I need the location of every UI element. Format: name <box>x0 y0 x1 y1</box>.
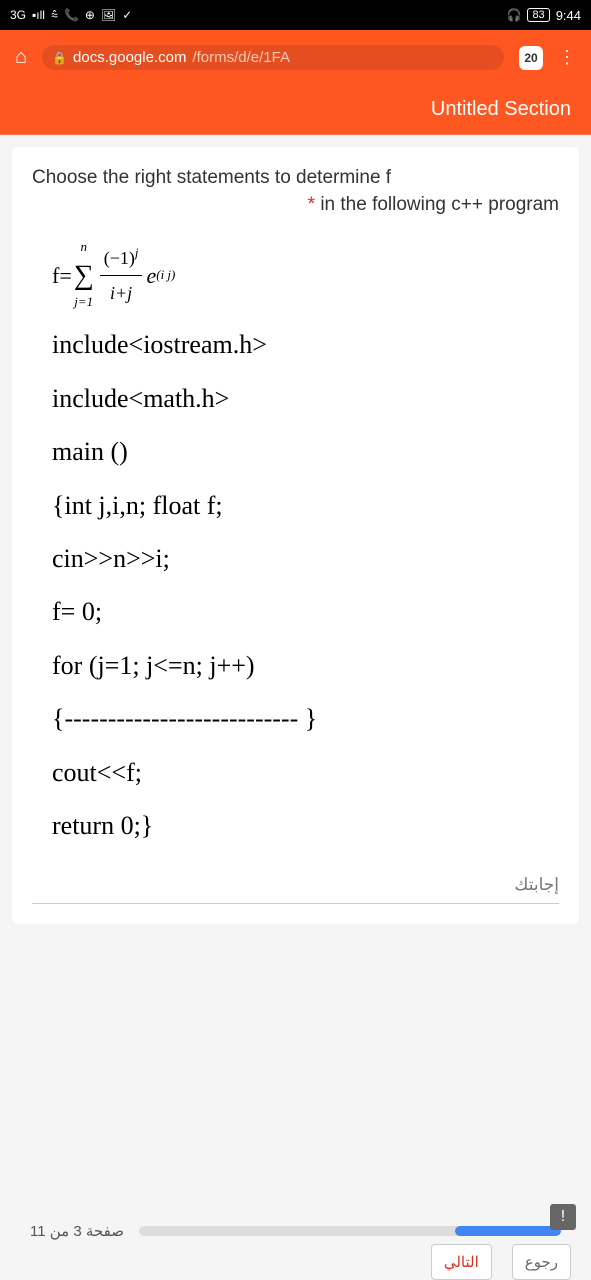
network-icon: 3G <box>10 8 26 22</box>
menu-icon[interactable]: ⋮ <box>558 47 576 68</box>
clock-time: 9:44 <box>556 8 581 23</box>
code-line: cin>>n>>i; <box>52 534 559 583</box>
code-block: f= ∑ n j=1 (−1)j i+j e(i j) include<iost… <box>32 241 559 850</box>
home-icon[interactable]: ⌂ <box>15 46 27 69</box>
url-bar[interactable]: 🔒 docs.google.com/forms/d/e/1FA <box>42 45 504 70</box>
code-line: include<math.h> <box>52 374 559 423</box>
signal-icon: ▪ıll <box>32 8 45 22</box>
answer-input[interactable]: إجابتك <box>32 875 559 904</box>
form-card: Choose the right statements to determine… <box>12 147 579 924</box>
code-line: for (j=1; j<=n; j++) <box>52 641 559 690</box>
back-button[interactable]: رجوع <box>512 1244 571 1280</box>
code-line: f= 0; <box>52 587 559 636</box>
code-line: cout<<f; <box>52 748 559 797</box>
phone-icon: 📞 <box>64 8 79 22</box>
battery-level: 83 <box>527 8 549 22</box>
info-icon[interactable]: ! <box>550 1204 576 1230</box>
gallery-icon: 🖼 <box>101 8 116 22</box>
section-header: Untitled Section <box>0 85 591 135</box>
question-line-2: * in the following c++ program <box>32 194 559 216</box>
url-domain: docs.google.com <box>73 49 186 66</box>
tab-count[interactable]: 20 <box>519 46 543 70</box>
status-bar: 3G ▪ıll ⩯ 📞 ⊕ 🖼 ✓ 🎧 83 9:44 <box>0 0 591 30</box>
formula: f= ∑ n j=1 (−1)j i+j e(i j) <box>52 241 559 310</box>
code-line: return 0;} <box>52 801 559 850</box>
plus-icon: ⊕ <box>85 8 95 22</box>
progress-fill <box>455 1226 561 1236</box>
code-line: {--------------------------- } <box>52 694 559 743</box>
headphones-icon: 🎧 <box>506 8 521 22</box>
check-icon: ✓ <box>122 8 132 22</box>
wifi-icon: ⩯ <box>51 8 58 23</box>
code-line: main () <box>52 427 559 476</box>
footer-bar: صفحة 3 من 11 <box>0 1222 591 1240</box>
lock-icon: 🔒 <box>52 51 67 65</box>
required-star: * <box>308 194 315 215</box>
code-line: include<iostream.h> <box>52 320 559 369</box>
question-line-1: Choose the right statements to determine… <box>32 167 559 189</box>
browser-bar: ⌂ 🔒 docs.google.com/forms/d/e/1FA 20 ⋮ <box>0 30 591 85</box>
progress-bar <box>139 1226 561 1236</box>
url-path: /forms/d/e/1FA <box>192 49 290 66</box>
section-title: Untitled Section <box>431 98 571 121</box>
next-button[interactable]: التالي <box>431 1244 492 1280</box>
code-line: {int j,i,n; float f; <box>52 481 559 530</box>
page-indicator: صفحة 3 من 11 <box>30 1222 124 1240</box>
